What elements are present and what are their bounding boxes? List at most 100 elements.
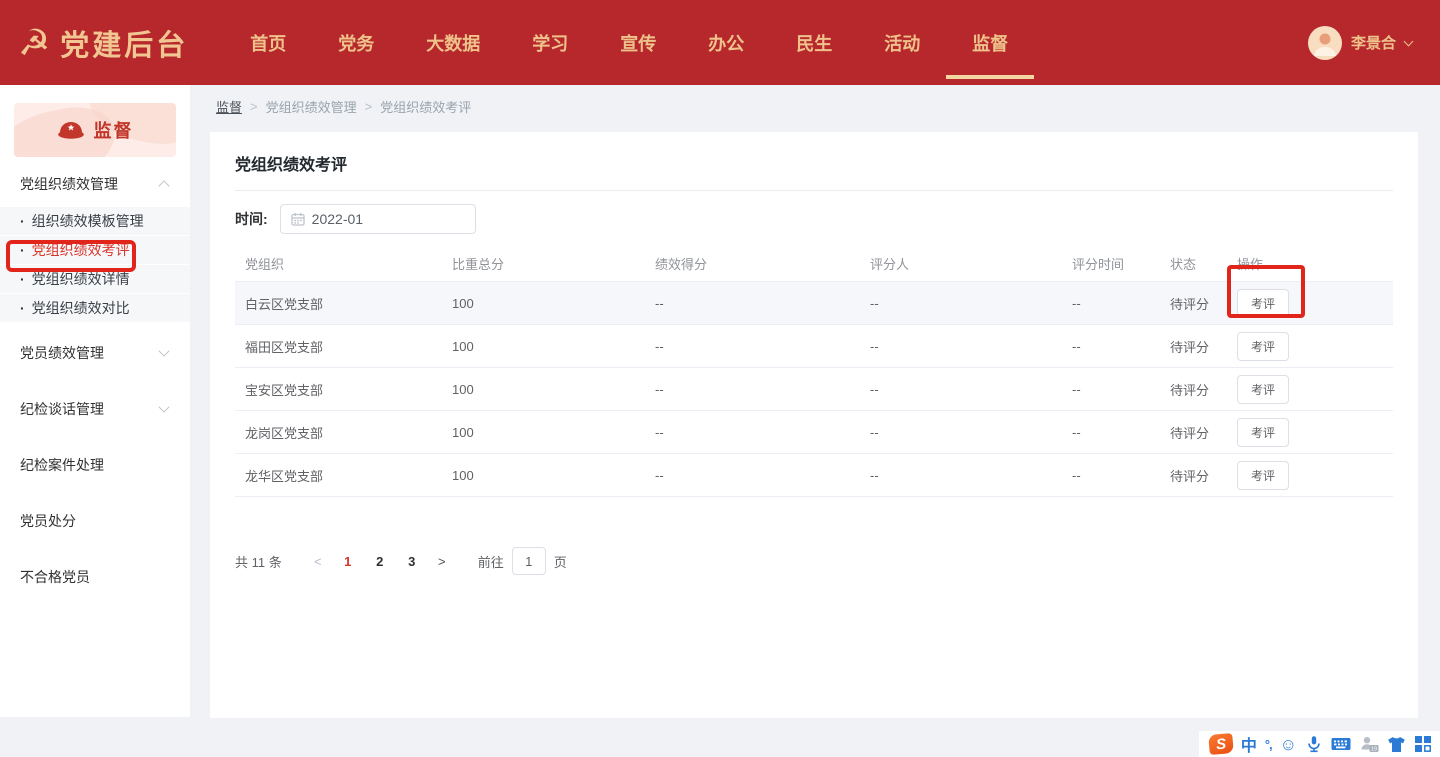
col-rater: 评分人 xyxy=(860,246,1062,282)
user-menu[interactable]: 李景合 xyxy=(1308,26,1440,60)
breadcrumb-current: 党组织绩效考评 xyxy=(380,97,471,116)
menu-item-label: 党员绩效管理 xyxy=(20,343,104,363)
time-cell: -- xyxy=(1072,339,1081,354)
table-row: 福田区党支部 100 -- -- -- 待评分 考评 xyxy=(235,325,1393,368)
time-cell: -- xyxy=(1072,382,1081,397)
total-cell: 100 xyxy=(452,382,474,397)
sidebar-item-template-management[interactable]: · 组织绩效模板管理 xyxy=(0,207,190,236)
col-performance-score: 绩效得分 xyxy=(645,246,860,282)
toolbox-icon[interactable] xyxy=(1414,735,1432,753)
chevron-down-icon xyxy=(158,401,169,412)
status-badge: 待评分 xyxy=(1170,383,1209,398)
date-picker[interactable] xyxy=(280,204,476,234)
skin-icon[interactable] xyxy=(1387,736,1406,753)
sidebar-item-member-performance[interactable]: 党员绩效管理 xyxy=(0,327,190,379)
review-button[interactable]: 考评 xyxy=(1237,332,1289,361)
sogou-logo-icon[interactable]: S xyxy=(1208,733,1234,755)
menu-item-label: 党员处分 xyxy=(20,511,76,531)
review-button[interactable]: 考评 xyxy=(1237,418,1289,447)
review-button[interactable]: 考评 xyxy=(1237,375,1289,404)
review-button[interactable]: 考评 xyxy=(1237,461,1289,490)
bullet: · xyxy=(20,271,25,287)
score-cell: -- xyxy=(655,425,664,440)
date-input[interactable] xyxy=(312,211,452,227)
org-cell: 宝安区党支部 xyxy=(245,383,323,398)
rater-cell: -- xyxy=(870,296,879,311)
sidebar-item-discipline-case[interactable]: 纪检案件处理 xyxy=(0,439,190,491)
col-total-weight: 比重总分 xyxy=(442,246,645,282)
submenu-label: 组织绩效模板管理 xyxy=(32,211,144,231)
next-page-button[interactable]: > xyxy=(428,554,456,569)
total-cell: 100 xyxy=(452,468,474,483)
score-cell: -- xyxy=(655,382,664,397)
main-area: 监督 > 党组织绩效管理 > 党组织绩效考评 党组织绩效考评 时间: xyxy=(190,85,1440,757)
total-cell: 100 xyxy=(452,425,474,440)
microphone-icon[interactable] xyxy=(1305,735,1323,753)
table-row: 宝安区党支部 100 -- -- -- 待评分 考评 xyxy=(235,368,1393,411)
punctuation-icon[interactable]: °, xyxy=(1265,737,1272,752)
sidebar-item-org-performance-compare[interactable]: · 党组织绩效对比 xyxy=(0,294,190,323)
pagination-total: 共 11 条 xyxy=(235,552,282,571)
banner-label: 监督 xyxy=(94,117,134,143)
total-cell: 100 xyxy=(452,296,474,311)
org-cell: 白云区党支部 xyxy=(245,297,323,312)
sidebar-item-org-performance-review[interactable]: · 党组织绩效考评 xyxy=(0,236,190,265)
chevron-down-icon xyxy=(1404,36,1414,46)
org-cell: 龙华区党支部 xyxy=(245,469,323,484)
bullet: · xyxy=(20,300,25,316)
sidebar-item-discipline-talk[interactable]: 纪检谈话管理 xyxy=(0,383,190,435)
time-cell: -- xyxy=(1072,425,1081,440)
page-number-2[interactable]: 2 xyxy=(364,554,396,569)
breadcrumb-supervision[interactable]: 监督 xyxy=(216,97,242,116)
nav-item-home[interactable]: 首页 xyxy=(233,0,303,85)
prev-page-button[interactable]: < xyxy=(304,554,332,569)
org-cell: 龙岗区党支部 xyxy=(245,426,323,441)
review-button[interactable]: 考评 xyxy=(1237,289,1289,318)
total-cell: 100 xyxy=(452,339,474,354)
nav-item-livelihood[interactable]: 民生 xyxy=(779,0,849,85)
chevron-up-icon xyxy=(158,180,169,191)
submenu-label: 党组织绩效详情 xyxy=(32,269,130,289)
sidebar-group-org-performance[interactable]: 党组织绩效管理 xyxy=(0,157,190,207)
rater-cell: -- xyxy=(870,468,879,483)
nav-item-publicity[interactable]: 宣传 xyxy=(603,0,673,85)
breadcrumb-separator: > xyxy=(250,99,258,114)
ime-toolbar: S 中 °, ☺ 19 xyxy=(1199,731,1440,757)
breadcrumb-org-performance-management[interactable]: 党组织绩效管理 xyxy=(266,97,357,116)
breadcrumb: 监督 > 党组织绩效管理 > 党组织绩效考评 xyxy=(190,85,1440,132)
chevron-down-icon xyxy=(158,345,169,356)
pagination: 共 11 条 < 1 2 3 > 前往 页 xyxy=(235,547,1393,575)
breadcrumb-separator: > xyxy=(365,99,373,114)
nav-item-party-affairs[interactable]: 党务 xyxy=(321,0,391,85)
page-number-1[interactable]: 1 xyxy=(332,554,364,569)
emoji-icon[interactable]: ☺ xyxy=(1280,736,1297,753)
app-title: 党建后台 xyxy=(60,22,188,64)
nav-item-supervision[interactable]: 监督 xyxy=(955,0,1025,85)
goto-page-label: 前往 xyxy=(478,552,504,571)
nav-item-big-data[interactable]: 大数据 xyxy=(409,0,497,85)
sidebar-item-unqualified-members[interactable]: 不合格党员 xyxy=(0,551,190,603)
chinese-mode-icon[interactable]: 中 xyxy=(1241,732,1257,756)
submenu-label: 党组织绩效考评 xyxy=(32,240,130,260)
sidebar-banner-supervision: 监督 xyxy=(14,103,176,157)
table-row: 白云区党支部 100 -- -- -- 待评分 考评 xyxy=(235,282,1393,325)
sidebar-item-org-performance-detail[interactable]: · 党组织绩效详情 xyxy=(0,265,190,294)
keyboard-icon[interactable] xyxy=(1331,736,1351,752)
menu-item-label: 纪检案件处理 xyxy=(20,455,104,475)
content-card: 党组织绩效考评 时间: xyxy=(210,132,1418,718)
nav-item-office[interactable]: 办公 xyxy=(691,0,761,85)
status-badge: 待评分 xyxy=(1170,426,1209,441)
status-badge: 待评分 xyxy=(1170,469,1209,484)
nav-item-study[interactable]: 学习 xyxy=(515,0,585,85)
filter-row: 时间: xyxy=(235,204,1393,234)
bullet: · xyxy=(20,242,25,258)
page-number-3[interactable]: 3 xyxy=(396,554,428,569)
goto-page-input[interactable] xyxy=(512,547,546,575)
sidebar-item-member-punishment[interactable]: 党员处分 xyxy=(0,495,190,547)
menu-item-label: 不合格党员 xyxy=(20,567,90,587)
submenu-org-performance: · 组织绩效模板管理 · 党组织绩效考评 · 党组织绩效详情 · 党组织绩效对比 xyxy=(0,207,190,323)
table-row: 龙华区党支部 100 -- -- -- 待评分 考评 xyxy=(235,454,1393,497)
nav-item-activity[interactable]: 活动 xyxy=(867,0,937,85)
page-suffix-label: 页 xyxy=(554,552,567,571)
user-lexicon-icon[interactable]: 19 xyxy=(1359,735,1379,753)
